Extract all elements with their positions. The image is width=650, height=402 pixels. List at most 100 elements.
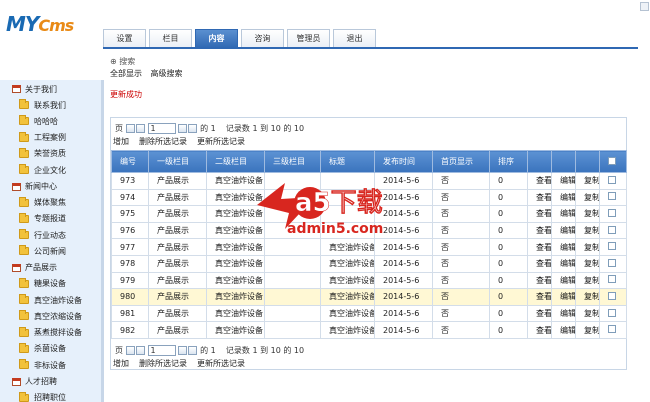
sidebar-item[interactable]: 联系我们 bbox=[19, 98, 66, 112]
copy-link[interactable]: 复制 bbox=[575, 205, 600, 223]
sidebar-item[interactable]: 真空油炸设备 bbox=[19, 293, 82, 307]
add-button[interactable]: 增加 bbox=[113, 358, 129, 369]
edit-link[interactable]: 编辑 bbox=[551, 172, 576, 190]
row-select-cell[interactable] bbox=[599, 205, 627, 223]
sidebar-item[interactable]: 糖果设备 bbox=[19, 277, 66, 291]
search-toggle[interactable]: ⊕ 搜索 bbox=[110, 56, 135, 67]
view-link[interactable]: 查看 bbox=[527, 172, 552, 190]
row-checkbox[interactable] bbox=[608, 208, 616, 217]
row-checkbox[interactable] bbox=[608, 242, 616, 251]
row-select-cell[interactable] bbox=[599, 321, 627, 339]
view-link[interactable]: 查看 bbox=[527, 304, 552, 323]
delete-selected-button[interactable]: 删除所选记录 bbox=[139, 136, 187, 147]
sidebar-group[interactable]: 产品展示 bbox=[12, 261, 57, 275]
sidebar-item[interactable]: 行业动态 bbox=[19, 228, 66, 242]
row-select-cell[interactable] bbox=[599, 271, 627, 290]
advanced-search-link[interactable]: 高级搜索 bbox=[151, 69, 183, 78]
window-control-button[interactable] bbox=[640, 2, 649, 11]
copy-link[interactable]: 复制 bbox=[575, 321, 600, 339]
edit-link[interactable]: 编辑 bbox=[551, 254, 576, 273]
update-selected-button[interactable]: 更新所选记录 bbox=[197, 136, 245, 147]
select-all-header[interactable] bbox=[599, 150, 627, 173]
tab-admin[interactable]: 管理员 bbox=[287, 29, 330, 48]
tab-settings[interactable]: 设置 bbox=[103, 29, 146, 48]
view-link[interactable]: 查看 bbox=[527, 288, 552, 306]
row-checkbox[interactable] bbox=[608, 175, 616, 184]
sidebar-item[interactable]: 专题报道 bbox=[19, 212, 66, 226]
sidebar-group[interactable]: 新闻中心 bbox=[12, 180, 57, 194]
sidebar-item[interactable]: 企业文化 bbox=[19, 163, 66, 177]
sidebar-item[interactable]: 公司新闻 bbox=[19, 244, 66, 258]
copy-link[interactable]: 复制 bbox=[575, 271, 600, 290]
edit-link[interactable]: 编辑 bbox=[551, 238, 576, 256]
row-select-cell[interactable] bbox=[599, 304, 627, 323]
copy-link[interactable]: 复制 bbox=[575, 288, 600, 306]
view-link[interactable]: 查看 bbox=[527, 271, 552, 290]
view-link[interactable]: 查看 bbox=[527, 321, 552, 339]
update-selected-button[interactable]: 更新所选记录 bbox=[197, 358, 245, 369]
edit-link[interactable]: 编辑 bbox=[551, 288, 576, 306]
edit-link[interactable]: 编辑 bbox=[551, 271, 576, 290]
pager-page-label: 页 bbox=[115, 345, 123, 355]
last-page-button[interactable] bbox=[187, 345, 197, 355]
edit-link[interactable]: 编辑 bbox=[551, 205, 576, 223]
view-link[interactable]: 查看 bbox=[527, 188, 552, 207]
last-page-button[interactable] bbox=[187, 123, 197, 133]
tab-columns[interactable]: 栏目 bbox=[149, 29, 192, 48]
sidebar-scrollbar[interactable] bbox=[102, 80, 104, 402]
sidebar-item[interactable]: 杀菌设备 bbox=[19, 342, 66, 356]
sidebar-item[interactable]: 招聘职位 bbox=[19, 391, 66, 402]
view-link[interactable]: 查看 bbox=[527, 205, 552, 223]
tab-consult[interactable]: 咨询 bbox=[241, 29, 284, 48]
next-page-button[interactable] bbox=[177, 345, 187, 355]
sidebar-item[interactable]: 工程案例 bbox=[19, 131, 66, 145]
sidebar-item[interactable]: 哈哈哈 bbox=[19, 114, 58, 128]
sidebar-group[interactable]: 关于我们 bbox=[12, 82, 57, 96]
sidebar-item[interactable]: 非标设备 bbox=[19, 358, 66, 372]
show-all-link[interactable]: 全部显示 bbox=[110, 69, 142, 78]
row-checkbox[interactable] bbox=[608, 258, 616, 267]
copy-link[interactable]: 复制 bbox=[575, 238, 600, 256]
tab-content[interactable]: 内容 bbox=[195, 29, 238, 48]
prev-page-button[interactable] bbox=[135, 345, 145, 355]
row-select-cell[interactable] bbox=[599, 172, 627, 190]
view-link[interactable]: 查看 bbox=[527, 221, 552, 240]
tab-logout[interactable]: 退出 bbox=[333, 29, 376, 48]
edit-link[interactable]: 编辑 bbox=[551, 188, 576, 207]
page-input[interactable]: 1 bbox=[147, 122, 176, 134]
copy-link[interactable]: 复制 bbox=[575, 221, 600, 240]
sidebar-item[interactable]: 真空浓缩设备 bbox=[19, 309, 82, 323]
next-page-button[interactable] bbox=[177, 123, 187, 133]
copy-link[interactable]: 复制 bbox=[575, 172, 600, 190]
row-select-cell[interactable] bbox=[599, 254, 627, 273]
row-checkbox[interactable] bbox=[608, 308, 616, 317]
view-link[interactable]: 查看 bbox=[527, 238, 552, 256]
row-select-cell[interactable] bbox=[599, 188, 627, 207]
add-button[interactable]: 增加 bbox=[113, 136, 129, 147]
copy-link[interactable]: 复制 bbox=[575, 188, 600, 207]
row-checkbox[interactable] bbox=[608, 325, 616, 334]
row-checkbox[interactable] bbox=[608, 275, 616, 284]
row-select-cell[interactable] bbox=[599, 288, 627, 306]
prev-page-button[interactable] bbox=[135, 123, 145, 133]
sidebar-item[interactable]: 媒体聚焦 bbox=[19, 196, 66, 210]
edit-link[interactable]: 编辑 bbox=[551, 321, 576, 339]
edit-link[interactable]: 编辑 bbox=[551, 221, 576, 240]
select-all-checkbox[interactable] bbox=[608, 156, 616, 165]
copy-link[interactable]: 复制 bbox=[575, 254, 600, 273]
row-select-cell[interactable] bbox=[599, 221, 627, 240]
delete-selected-button[interactable]: 删除所选记录 bbox=[139, 358, 187, 369]
copy-link[interactable]: 复制 bbox=[575, 304, 600, 323]
sidebar-item[interactable]: 荣誉资质 bbox=[19, 147, 66, 161]
row-checkbox[interactable] bbox=[608, 291, 616, 300]
sidebar-item[interactable]: 蒸煮搅拌设备 bbox=[19, 326, 82, 340]
first-page-button[interactable] bbox=[125, 123, 135, 133]
edit-link[interactable]: 编辑 bbox=[551, 304, 576, 323]
sidebar-group[interactable]: 人才招聘 bbox=[12, 375, 57, 389]
view-link[interactable]: 查看 bbox=[527, 254, 552, 273]
page-input[interactable]: 1 bbox=[147, 344, 176, 356]
first-page-button[interactable] bbox=[125, 345, 135, 355]
row-checkbox[interactable] bbox=[608, 192, 616, 201]
row-checkbox[interactable] bbox=[608, 225, 616, 234]
row-select-cell[interactable] bbox=[599, 238, 627, 256]
